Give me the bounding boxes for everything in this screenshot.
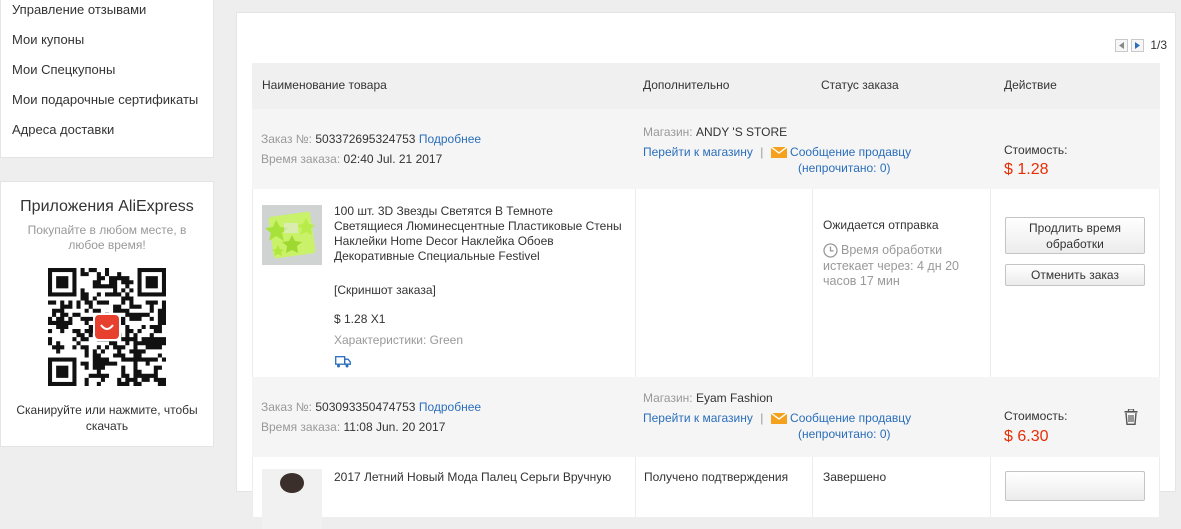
confirmation-info: Получено подтверждения xyxy=(644,470,789,484)
product-thumbnail[interactable] xyxy=(262,469,322,529)
order-number: 503372695324753 xyxy=(315,132,416,146)
column-divider xyxy=(635,189,636,377)
store-actions: Перейти к магазину | Сообщение продавцу xyxy=(643,144,911,160)
message-seller-link[interactable]: Сообщение продавцу xyxy=(790,411,911,425)
order-snapshot-link[interactable]: [Скриншот заказа] xyxy=(334,282,436,298)
order-status: Ожидается отправка xyxy=(823,218,939,232)
go-to-store-link[interactable]: Перейти к магазину xyxy=(643,411,753,425)
store-label: Магазин: xyxy=(643,125,693,139)
link-separator: | xyxy=(760,145,764,159)
menu-item-my-special-coupons[interactable]: Мои Спецкупоны xyxy=(12,61,115,79)
apps-title: Приложения AliExpress xyxy=(20,198,194,215)
order-header: Заказ №: 503372695324753 Подробнее Время… xyxy=(252,109,1160,189)
app-qr-code[interactable] xyxy=(48,268,166,386)
order-number-label: Заказ №: xyxy=(261,132,313,146)
product-thumbnail[interactable] xyxy=(262,205,322,265)
apps-panel: Приложения AliExpress Покупайте в любом … xyxy=(0,181,214,447)
order-item-row: 2017 Летний Новый Мода Палец Серьги Вруч… xyxy=(252,457,1160,529)
order-time-label: Время заказа: xyxy=(261,152,341,166)
unread-messages-link[interactable]: (непрочитано: 0) xyxy=(798,427,891,441)
cost-label: Стоимость: xyxy=(1004,143,1068,157)
order-cost: $ 1.28 xyxy=(1004,161,1049,178)
extend-processing-time-button[interactable]: Продлить время обработки xyxy=(1005,217,1145,254)
truck-icon[interactable] xyxy=(335,356,351,368)
store-name: ANDY 'S STORE xyxy=(695,125,788,139)
pager-prev-button[interactable] xyxy=(1115,38,1129,52)
unread-messages-link[interactable]: (непрочитано: 0) xyxy=(798,161,891,175)
col-header-action: Действие xyxy=(1004,78,1057,92)
pager-next-button[interactable] xyxy=(1131,38,1145,52)
apps-subtitle: Покупайте в любом месте, в любое время! xyxy=(27,223,187,252)
orders-table-header: Наименование товара Дополнительно Статус… xyxy=(252,63,1160,109)
store-label: Магазин: xyxy=(643,391,693,405)
order-time-label: Время заказа: xyxy=(261,420,341,434)
order-number-line: Заказ №: 503093350474753 Подробнее xyxy=(261,399,481,415)
order-item-row: 100 шт. 3D Звезды Светятся В Темноте Све… xyxy=(252,189,1160,377)
order-details-link[interactable]: Подробнее xyxy=(419,132,481,146)
column-divider xyxy=(635,457,636,517)
column-divider xyxy=(990,189,991,377)
aliexpress-logo-icon xyxy=(95,315,119,339)
cost-label: Стоимость: xyxy=(1004,409,1068,423)
order-status: Завершено xyxy=(823,470,887,484)
pager: 1/3 xyxy=(1115,37,1167,53)
order-number: 503093350474753 xyxy=(315,400,416,414)
product-title-link[interactable]: 2017 Летний Новый Мода Палец Серьги Вруч… xyxy=(334,469,611,485)
go-to-store-link[interactable]: Перейти к магазину xyxy=(643,145,753,159)
product-specs: Характеристики: Green xyxy=(334,333,463,347)
col-header-extra: Дополнительно xyxy=(643,78,730,92)
order-cost: $ 6.30 xyxy=(1004,428,1049,445)
order-time-line: Время заказа: 11:08 Jun. 20 2017 xyxy=(261,419,445,435)
product-image xyxy=(262,469,322,529)
processing-time: Время обработки истекает через: 4 дн 20 … xyxy=(823,243,959,288)
price-quantity: $ 1.28 X1 xyxy=(334,312,386,326)
order-details-link[interactable]: Подробнее xyxy=(419,400,481,414)
column-divider xyxy=(812,457,813,517)
menu-item-shipping-addresses[interactable]: Адреса доставки xyxy=(12,121,114,139)
menu-item-my-coupons[interactable]: Мои купоны xyxy=(12,31,84,49)
menu-item-gift-cards[interactable]: Мои подарочные сертификаты xyxy=(12,91,198,109)
col-header-status: Статус заказа xyxy=(821,78,899,92)
order-header: Заказ №: 503093350474753 Подробнее Время… xyxy=(252,377,1160,457)
store-actions: Перейти к магазину | Сообщение продавцу xyxy=(643,410,911,426)
envelope-icon xyxy=(770,147,787,159)
order-action-button[interactable] xyxy=(1005,471,1145,501)
col-header-product: Наименование товара xyxy=(262,78,387,92)
account-menu: Управление отзывами Мои купоны Мои Спецк… xyxy=(0,0,214,158)
store-line: Магазин: ANDY 'S STORE xyxy=(643,124,787,140)
unread-count: (непрочитано: 0) xyxy=(798,160,891,176)
triangle-right-icon xyxy=(1135,41,1141,49)
scan-caption: Сканируйте или нажмите, чтобы скачать xyxy=(16,403,198,433)
cancel-order-button[interactable]: Отменить заказ xyxy=(1005,264,1145,286)
pager-count: 1/3 xyxy=(1150,38,1167,52)
order-time: 11:08 Jun. 20 2017 xyxy=(343,420,446,434)
order-number-label: Заказ №: xyxy=(261,400,313,414)
orders-panel: 1/3 Наименование товара Дополнительно Ст… xyxy=(236,12,1176,529)
order-time: 02:40 Jul. 21 2017 xyxy=(343,152,443,166)
link-separator: | xyxy=(760,411,764,425)
column-divider xyxy=(990,457,991,517)
column-divider xyxy=(812,189,813,377)
unread-count: (непрочитано: 0) xyxy=(798,426,891,442)
order-time-line: Время заказа: 02:40 Jul. 21 2017 xyxy=(261,151,442,167)
product-image xyxy=(262,205,322,265)
product-title-link[interactable]: 100 шт. 3D Звезды Светятся В Темноте Све… xyxy=(334,204,624,264)
envelope-icon xyxy=(770,413,787,425)
message-seller-link[interactable]: Сообщение продавцу xyxy=(790,145,911,159)
menu-item-manage-reviews[interactable]: Управление отзывами xyxy=(12,1,146,19)
store-line: Магазин: Eyam Fashion xyxy=(643,390,773,406)
store-name: Eyam Fashion xyxy=(695,391,773,405)
order-number-line: Заказ №: 503372695324753 Подробнее xyxy=(261,131,481,147)
trash-icon[interactable] xyxy=(1124,409,1138,425)
triangle-left-icon xyxy=(1119,41,1125,49)
